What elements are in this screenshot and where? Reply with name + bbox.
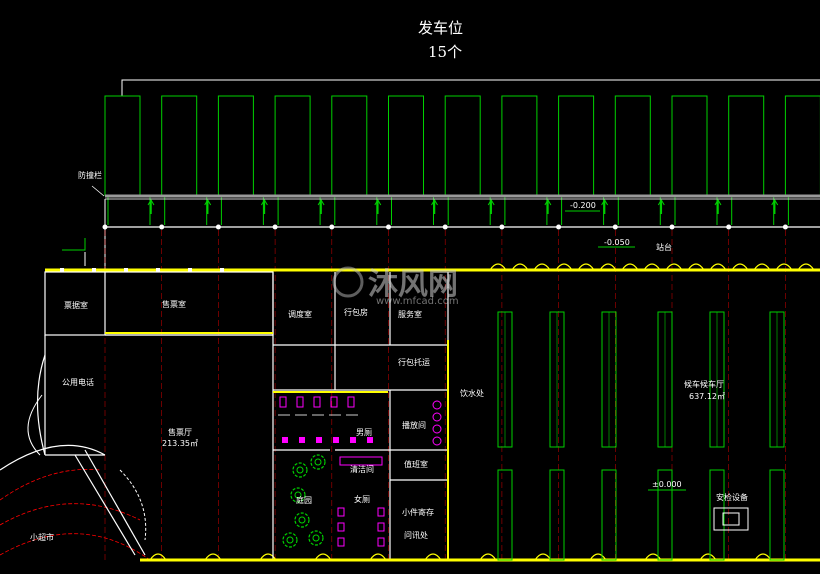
bus-bay <box>274 95 311 196</box>
bus-bay <box>501 95 538 196</box>
column-dot <box>499 224 505 230</box>
left-marker <box>62 238 86 251</box>
room-label-phone: 公用电话 <box>62 377 94 387</box>
basin <box>432 400 442 410</box>
level-label-3: ±0.000 <box>652 480 682 489</box>
room-label-womens-wc: 女厕 <box>354 494 370 504</box>
bus-bay <box>784 95 820 196</box>
cad-floor-plan: 发车位 15个 防撞栏 -0.200 -0.050 站台 票据室 售票室 调度室… <box>0 19 820 562</box>
urinal <box>316 437 322 443</box>
bus-bay <box>671 95 708 196</box>
room-label-office: 票据室 <box>64 300 88 310</box>
room-label-garden: 庭园 <box>296 495 312 505</box>
sink-counter <box>339 456 383 466</box>
room-label-ticket-office: 售票室 <box>162 299 186 309</box>
top-boundary-line <box>121 79 820 96</box>
urinal <box>367 437 373 443</box>
bus-bay <box>558 95 595 196</box>
column-dot <box>102 224 108 230</box>
room-area-ticket-hall: 213.35㎡ <box>162 439 198 448</box>
column-dot <box>386 224 391 230</box>
column-dot <box>669 224 675 230</box>
basin <box>432 436 442 446</box>
column-dot <box>442 224 448 230</box>
wall-column <box>156 268 160 272</box>
bus-bay <box>614 95 651 196</box>
basin <box>432 424 442 434</box>
room-label-service: 服务室 <box>398 309 422 319</box>
room-label-cleaning: 清洁间 <box>350 464 374 474</box>
bus-bay <box>728 95 765 196</box>
column-dot <box>612 224 618 230</box>
room-label-security: 安检设备 <box>716 492 748 502</box>
urinal <box>299 437 305 443</box>
room-label-luggage: 行包房 <box>344 307 368 317</box>
bench-row <box>549 469 565 561</box>
room-label-waiting-hall: 候车候车厅 <box>684 379 724 389</box>
toilet <box>347 396 355 408</box>
wall-column <box>92 268 96 272</box>
level-label-1: -0.200 <box>570 201 596 210</box>
bus-bay <box>331 95 368 196</box>
wall-column <box>124 268 128 272</box>
waiting-hall-benches <box>497 311 785 561</box>
column-dot <box>215 224 221 230</box>
room-label-luggage-counter: 行包托运 <box>398 357 430 367</box>
wall-column <box>188 268 192 272</box>
toilet <box>337 537 345 547</box>
fence-label: 防撞栏 <box>78 170 102 180</box>
bus-bay <box>444 95 481 196</box>
urinal <box>282 437 288 443</box>
room-label-ticket-hall: 售票厅 <box>168 427 192 437</box>
column-dot <box>556 224 562 230</box>
column-dot <box>329 224 335 230</box>
bench-row <box>769 469 785 561</box>
wall-column <box>60 268 64 272</box>
parking-title: 发车位 <box>418 19 463 37</box>
level-label-2: -0.050 <box>604 238 630 247</box>
toilet <box>377 507 385 517</box>
bus-bay <box>161 95 198 196</box>
room-label-dispatch: 调度室 <box>288 309 312 319</box>
bus-bay <box>388 95 424 196</box>
urinal <box>350 437 356 443</box>
wall-column <box>220 268 224 272</box>
column-dot <box>782 224 788 230</box>
toilet <box>337 522 345 532</box>
room-label-watch: 值班室 <box>404 459 428 469</box>
room-label-mens-wc: 男厕 <box>356 428 372 437</box>
basin <box>432 412 442 422</box>
room-area-waiting-hall: 637.12㎡ <box>689 392 725 401</box>
column-dot <box>726 224 732 230</box>
bench-row <box>601 469 617 561</box>
bench-row <box>709 469 725 561</box>
column-dot <box>272 224 278 230</box>
bench-row <box>497 469 513 561</box>
watermark-url: www.mfcad.com <box>376 296 459 307</box>
toilet <box>337 507 345 517</box>
room-label-lost-found: 小件寄存 <box>402 507 434 517</box>
room-label-broadcast: 播放间 <box>402 420 426 430</box>
toilet <box>296 396 304 408</box>
ticket-block <box>44 271 449 560</box>
platform-label: 站台 <box>656 242 672 252</box>
fence-leader <box>91 185 105 197</box>
toilet <box>279 396 287 408</box>
room-label-water: 饮水处 <box>460 388 484 398</box>
column-dot <box>159 224 165 230</box>
bus-bay <box>217 95 254 196</box>
room-label-shop: 小超市 <box>30 532 54 542</box>
urinal <box>333 437 339 443</box>
bus-bay <box>104 95 141 196</box>
toilet <box>377 537 385 547</box>
bus-bays <box>104 95 820 225</box>
toilet <box>313 396 321 408</box>
watermark: 沐风网 www.mfcad.com <box>332 266 459 307</box>
toilet <box>377 522 385 532</box>
parking-count: 15个 <box>428 43 462 61</box>
security-device <box>713 507 749 531</box>
security-device-inner <box>722 512 740 526</box>
room-label-inquiry: 问讯处 <box>404 530 428 540</box>
